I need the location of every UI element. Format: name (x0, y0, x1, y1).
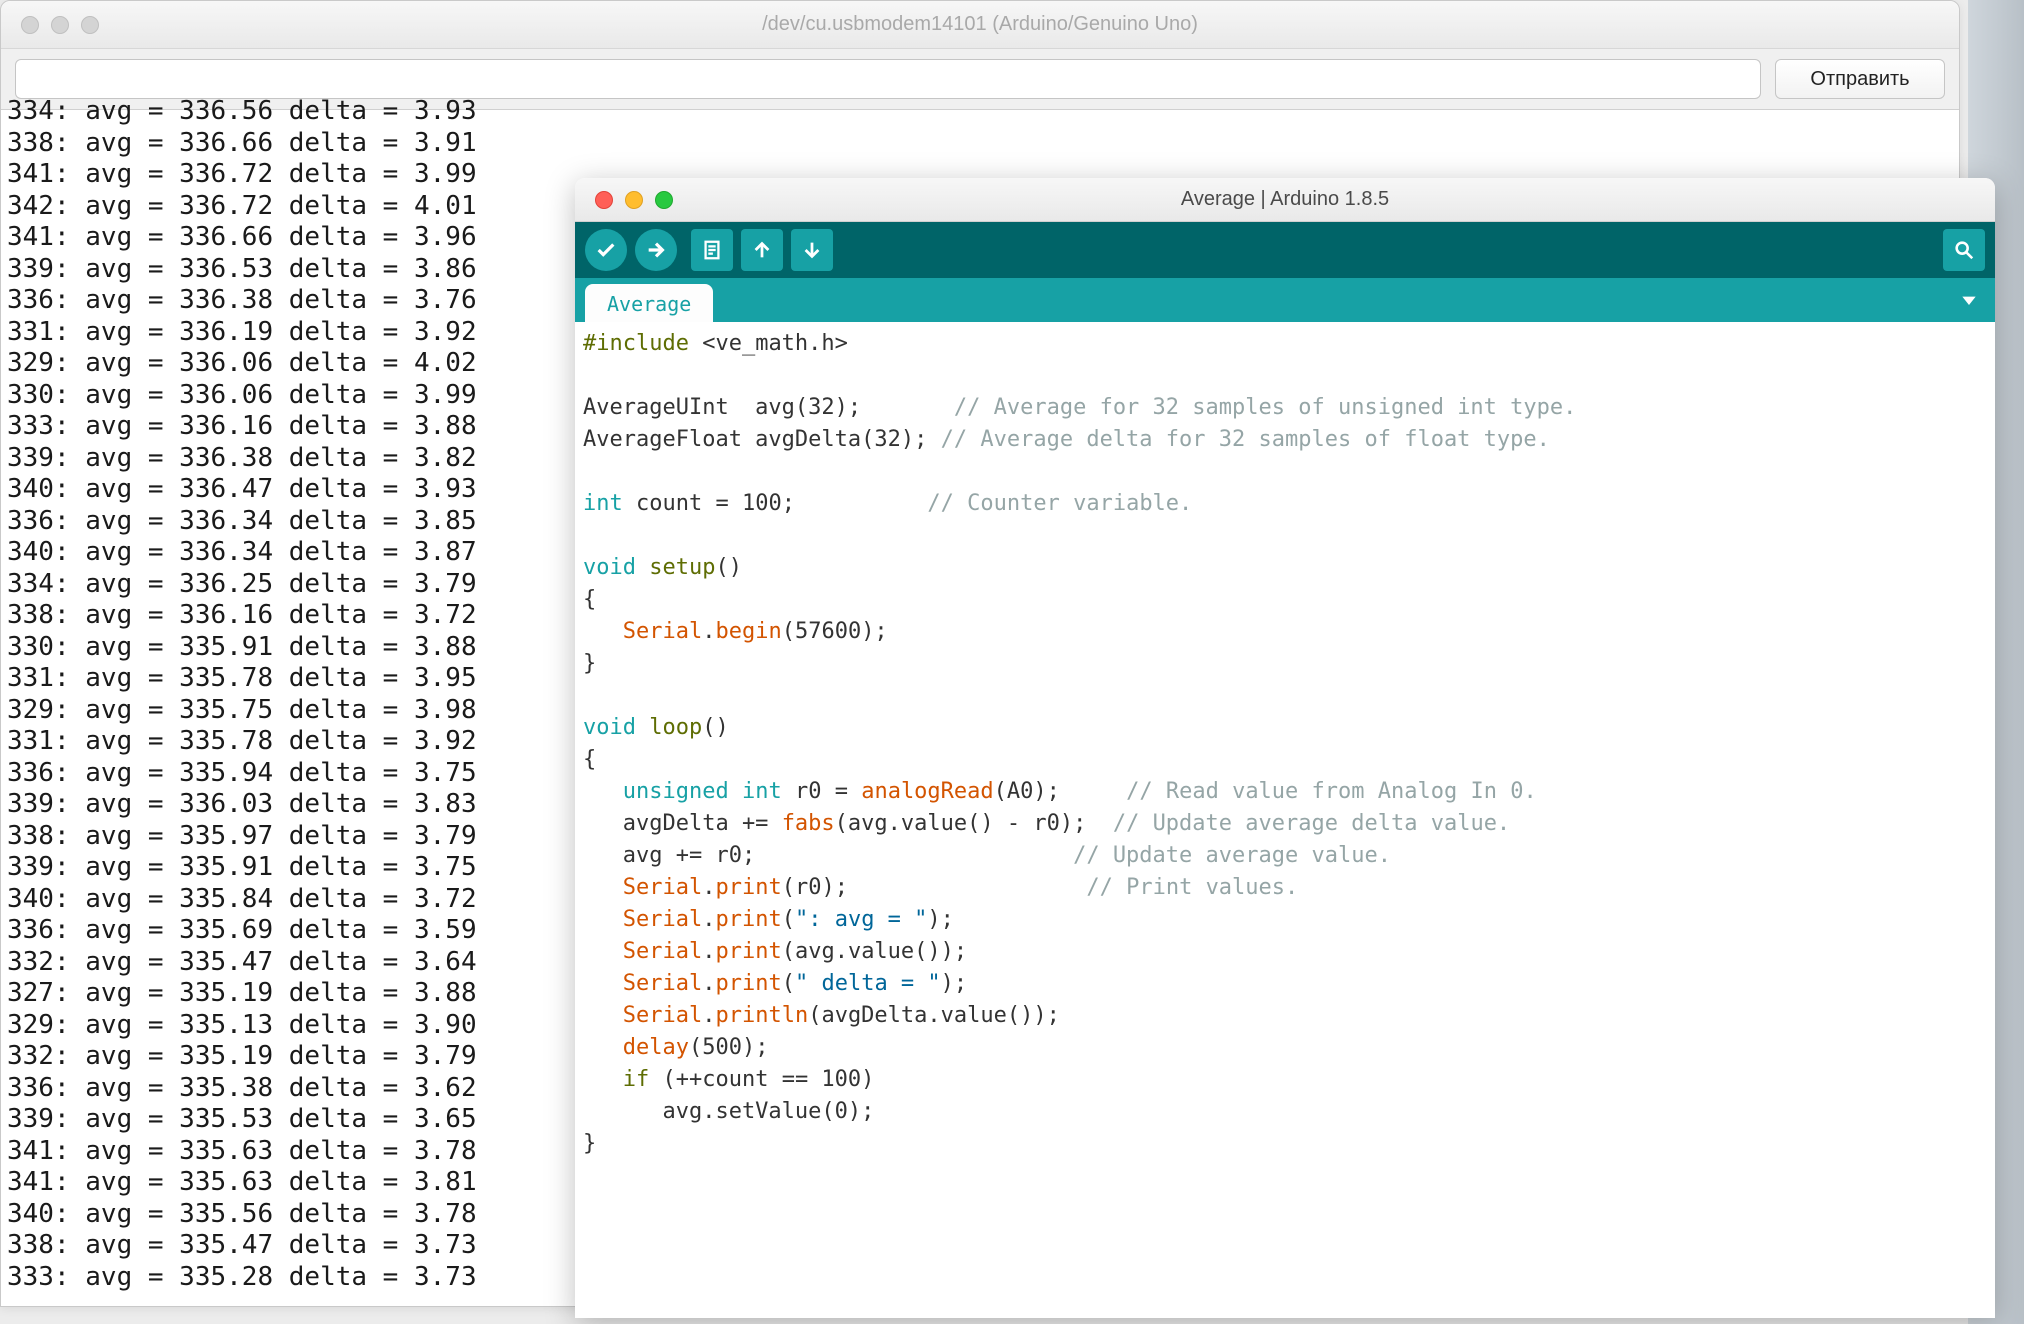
ide-tabbar: Average (575, 278, 1995, 322)
arrow-up-icon (751, 239, 773, 261)
minimize-icon[interactable] (51, 16, 69, 34)
open-button[interactable] (741, 229, 783, 271)
serial-monitor-button[interactable] (1943, 229, 1985, 271)
ide-titlebar[interactable]: Average | Arduino 1.8.5 (575, 178, 1995, 222)
upload-button[interactable] (635, 229, 677, 271)
save-button[interactable] (791, 229, 833, 271)
chevron-down-icon (1959, 290, 1979, 310)
minimize-icon[interactable] (625, 191, 643, 209)
tab-menu-button[interactable] (1955, 286, 1983, 314)
arduino-ide-window: Average | Arduino 1.8.5 Average #include… (575, 178, 1995, 1318)
file-icon (701, 239, 723, 261)
maximize-icon[interactable] (81, 16, 99, 34)
new-button[interactable] (691, 229, 733, 271)
close-icon[interactable] (21, 16, 39, 34)
code-editor[interactable]: #include <ve_math.h> AverageUInt avg(32)… (575, 322, 1995, 1166)
check-icon (595, 239, 617, 261)
ide-window-title: Average | Arduino 1.8.5 (575, 188, 1995, 211)
ide-traffic-lights (575, 191, 673, 209)
serial-window-title: /dev/cu.usbmodem14101 (Arduino/Genuino U… (1, 13, 1959, 36)
send-button[interactable]: Отправить (1775, 59, 1945, 99)
serial-titlebar[interactable]: /dev/cu.usbmodem14101 (Arduino/Genuino U… (1, 1, 1959, 49)
ide-toolbar (575, 222, 1995, 278)
maximize-icon[interactable] (655, 191, 673, 209)
verify-button[interactable] (585, 229, 627, 271)
close-icon[interactable] (595, 191, 613, 209)
serial-traffic-lights (1, 16, 99, 34)
arrow-down-icon (801, 239, 823, 261)
serial-input[interactable] (15, 59, 1761, 99)
arrow-right-icon (645, 239, 667, 261)
tab-average[interactable]: Average (585, 284, 713, 322)
magnifier-icon (1953, 239, 1975, 261)
